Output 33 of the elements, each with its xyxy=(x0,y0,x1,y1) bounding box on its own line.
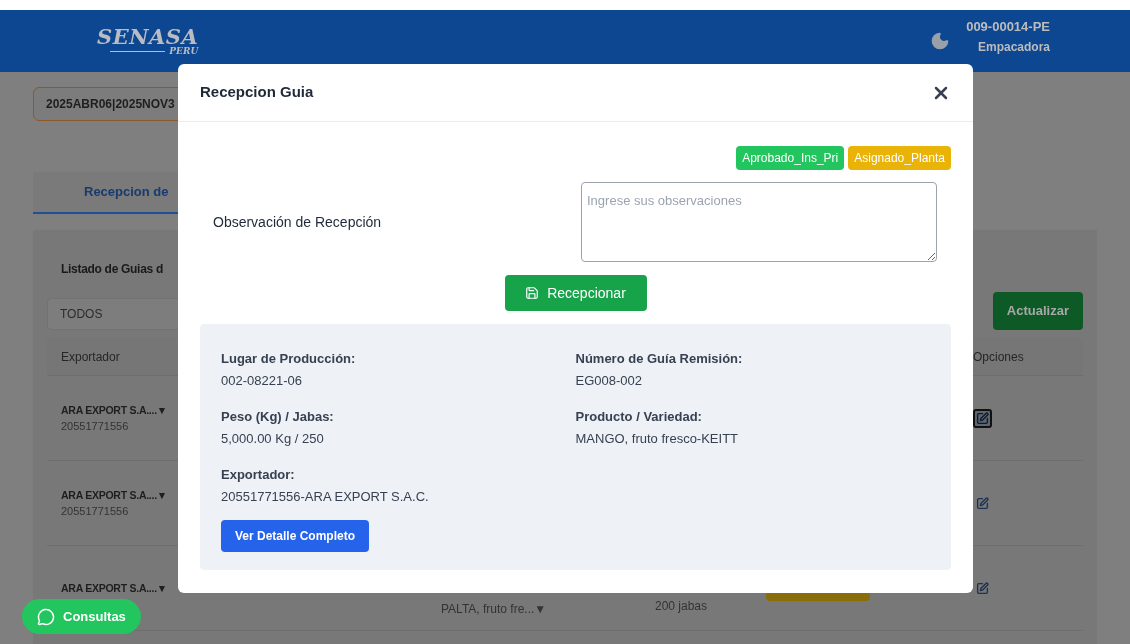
logo: SENASA PERU xyxy=(97,26,199,56)
save-icon xyxy=(525,286,540,300)
observation-field[interactable]: Ingrese sus observaciones xyxy=(581,182,937,262)
user-role: Empacadora xyxy=(977,39,1050,56)
edit-icon[interactable] xyxy=(973,408,992,428)
detail-label: Peso (Kg) / Jabas: xyxy=(221,408,335,426)
detail-label: Producto / Variedad: xyxy=(575,408,703,426)
exporter-ruc: 20551771556 xyxy=(61,419,130,434)
observation-label: Observación de Recepción xyxy=(213,212,383,232)
product-cell-text: PALTA, fruto fre...▼ xyxy=(441,601,547,618)
tab[interactable]: Recepcion de xyxy=(33,172,180,214)
detail-label: Número de Guía Remisión: xyxy=(575,350,744,368)
exporter-ruc: 20551771556 xyxy=(61,504,130,519)
detail-value: 5,000.00 Kg / 250 xyxy=(221,430,325,448)
jabas-cell-text: 200 jabas xyxy=(655,598,708,615)
status-badge: Asignado_Planta xyxy=(848,146,951,170)
detail-value: MANGO, fruto fresco-KEITT xyxy=(575,430,740,448)
chat-button[interactable]: Consultas xyxy=(22,599,141,634)
panel-title: Listado de Guias d xyxy=(60,261,164,278)
user-code: 009-00014-PE xyxy=(966,18,1050,36)
refresh-button[interactable]: Actualizar xyxy=(992,292,1083,330)
detail-label: Exportador: xyxy=(221,466,296,484)
detail-value: EG008-002 xyxy=(575,372,643,390)
submit-button[interactable]: Recepcionar xyxy=(504,275,647,311)
chat-icon xyxy=(37,607,55,626)
column-header: Exportador xyxy=(61,348,120,366)
status-badge: Aprobado_Ins_Pri xyxy=(736,146,845,170)
moon-icon[interactable] xyxy=(930,31,951,51)
detail-label: Lugar de Producción: xyxy=(221,350,357,368)
detail-button[interactable]: Ver Detalle Completo xyxy=(221,520,370,552)
column-header: Opciones xyxy=(973,348,1025,366)
detail-value: 002-08221-06 xyxy=(221,372,303,390)
detail-value: 20551771556-ARA EXPORT S.A.C. xyxy=(221,488,430,506)
